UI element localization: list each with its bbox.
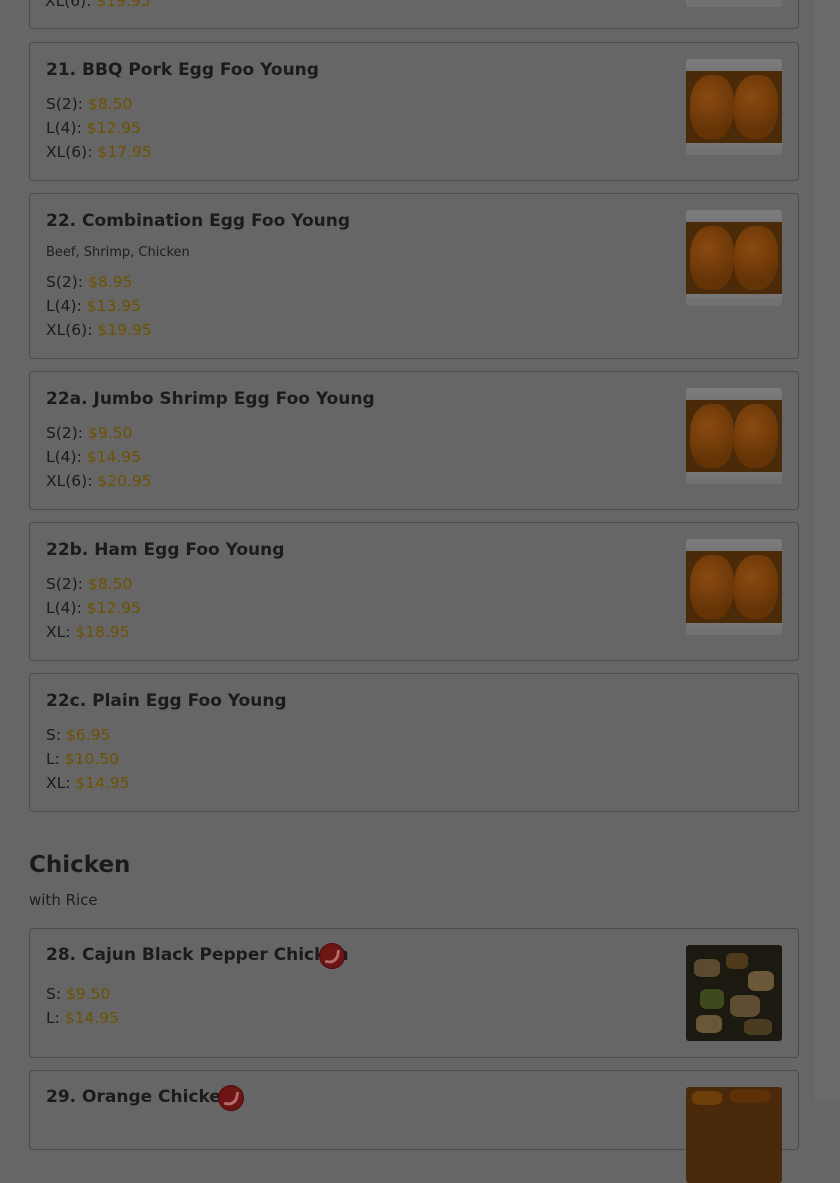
menu-item-card[interactable]: 22c. Plain Egg Foo Young S: $6.95 L: $10…	[29, 673, 799, 812]
price-row: XL(6): $19.95	[46, 321, 152, 339]
item-title: 22b. Ham Egg Foo Young	[46, 540, 285, 560]
price-row: XL(6): $17.95	[46, 143, 152, 161]
cajun-chicken-thumbnail	[686, 945, 782, 1041]
price-row: S(2): $8.50	[46, 575, 133, 593]
price-row: XL(6): $20.95	[46, 472, 152, 490]
egg-foo-young-thumbnail	[686, 388, 782, 484]
price-row: L: $10.50	[46, 750, 120, 768]
item-title: 21. BBQ Pork Egg Foo Young	[46, 60, 319, 80]
scrollbar[interactable]	[812, 0, 840, 1100]
price-row: L(4): $12.95	[46, 599, 142, 617]
price-row: L: $14.95	[46, 1009, 120, 1027]
price-row: XL: $14.95	[46, 774, 130, 792]
menu-item-card[interactable]: 29. Orange Chicken	[29, 1070, 799, 1183]
menu-item-card[interactable]: 21. BBQ Pork Egg Foo Young S(2): $8.50 L…	[29, 42, 799, 181]
price-row: S(2): $8.95	[46, 273, 133, 291]
price-row: XL(6): $19.95	[45, 0, 151, 10]
chili-pepper-icon	[218, 1085, 244, 1111]
orange-chicken-thumbnail	[686, 1087, 782, 1183]
item-title: 22. Combination Egg Foo Young	[46, 211, 350, 231]
price-row: S(2): $8.50	[46, 95, 133, 113]
item-title: 22a. Jumbo Shrimp Egg Foo Young	[46, 389, 375, 409]
item-title: 29. Orange Chicken	[46, 1087, 234, 1107]
egg-foo-young-thumbnail	[686, 59, 782, 155]
price-row: L(4): $14.95	[46, 448, 142, 466]
item-description: Beef, Shrimp, Chicken	[46, 245, 190, 260]
menu-item-card[interactable]: 22b. Ham Egg Foo Young S(2): $8.50 L(4):…	[29, 522, 799, 661]
section-subtitle: with Rice	[29, 891, 98, 909]
egg-foo-young-thumbnail	[686, 210, 782, 306]
item-title: 28. Cajun Black Pepper Chicken	[46, 945, 349, 965]
price-row: S(2): $9.50	[46, 424, 133, 442]
chili-pepper-icon	[319, 943, 345, 969]
egg-foo-young-thumbnail	[686, 0, 782, 7]
menu-item-card[interactable]: 22. Combination Egg Foo Young Beef, Shri…	[29, 193, 799, 359]
item-title: 22c. Plain Egg Foo Young	[46, 691, 287, 711]
menu-page: XL(6): $19.95 21. BBQ Pork Egg Foo Young…	[0, 0, 812, 1183]
egg-foo-young-thumbnail	[686, 539, 782, 635]
price-row: S: $6.95	[46, 726, 111, 744]
price-row: S: $9.50	[46, 985, 111, 1003]
price-row: L(4): $12.95	[46, 119, 142, 137]
price-row: XL: $18.95	[46, 623, 130, 641]
menu-item-card[interactable]: 22a. Jumbo Shrimp Egg Foo Young S(2): $9…	[29, 371, 799, 510]
section-title: Chicken	[29, 852, 131, 878]
price-row: L(4): $13.95	[46, 297, 142, 315]
menu-item-card[interactable]: 28. Cajun Black Pepper Chicken S: $9.50 …	[29, 928, 799, 1058]
